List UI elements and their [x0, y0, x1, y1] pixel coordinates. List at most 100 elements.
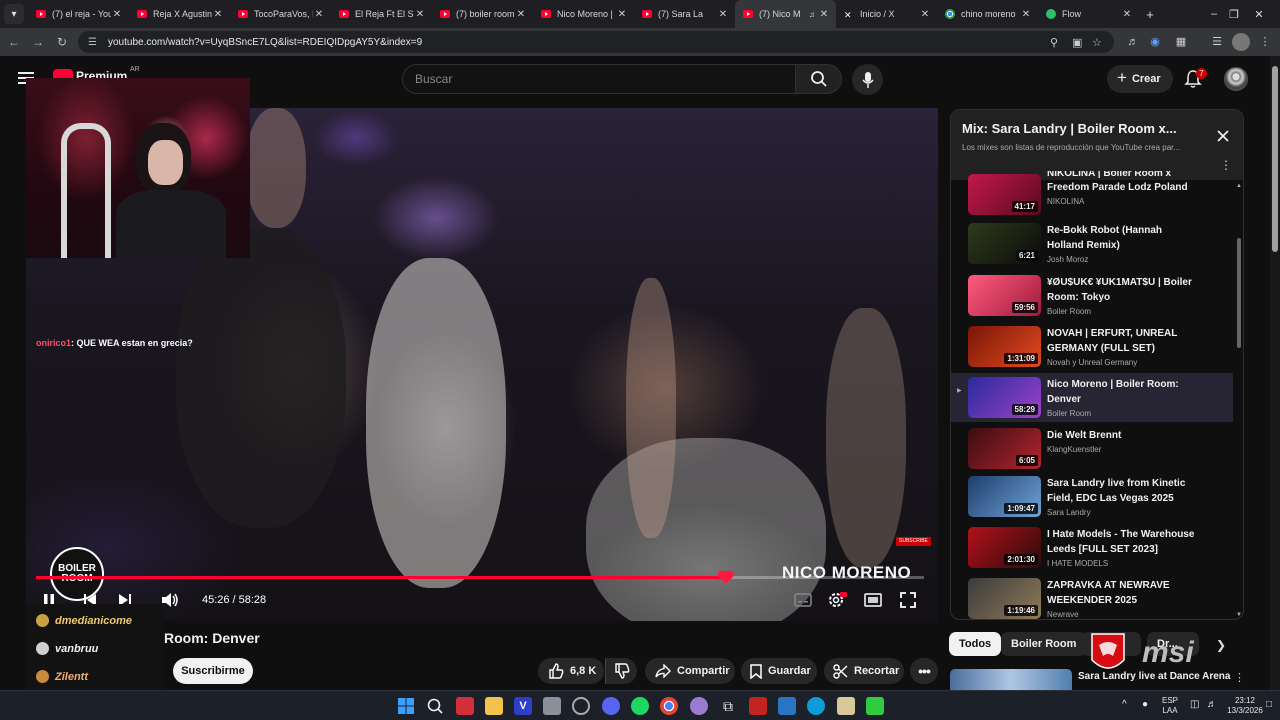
playlist-item-title[interactable]: Re-Bokk Robot (Hannah Holland Remix): [1047, 223, 1197, 253]
spotify-icon[interactable]: [631, 697, 649, 715]
playlist-item[interactable]: 1:19:46 ZAPRAVKA AT NEWRAVE WEEKENDER 202…: [951, 578, 1233, 619]
browser-tab[interactable]: (7) el reja - YouTube✕: [28, 0, 129, 28]
playlist-thumbnail[interactable]: 58:29: [968, 377, 1041, 418]
tab-close-icon[interactable]: ✕: [717, 9, 729, 20]
page-scrollbar-thumb[interactable]: [1272, 66, 1278, 252]
browser-tab[interactable]: El Reja Ft El Su ✕: [331, 0, 432, 28]
tray-mic-icon[interactable]: ●: [1142, 699, 1148, 710]
browser-tab[interactable]: chino moreno ✕: [937, 0, 1038, 28]
recommendation-title[interactable]: Sara Landry live at Dance Arena: [1078, 671, 1230, 682]
browser-tab[interactable]: (7) Sara La ✕: [634, 0, 735, 28]
photos-icon[interactable]: [778, 697, 796, 715]
tray-chevron-icon[interactable]: ^: [1122, 699, 1127, 710]
playlist-thumbnail[interactable]: 1:31:09: [968, 326, 1041, 367]
playlist-item-title[interactable]: Freedom Parade Lodz Poland: [1047, 180, 1197, 195]
extension-icon[interactable]: ◉: [1146, 33, 1164, 51]
tab-close-icon[interactable]: ✕: [313, 9, 325, 20]
chip-todos[interactable]: Todos: [949, 632, 1002, 656]
playlist-thumbnail[interactable]: 59:56: [968, 275, 1041, 316]
new-tab-button[interactable]: +: [1139, 7, 1161, 22]
playlist-item[interactable]: 1:09:47 Sara Landry live from Kinetic Fie…: [951, 476, 1233, 527]
browser-tab[interactable]: TocoParaVos, I ✕: [230, 0, 331, 28]
scroll-down-arrow-icon[interactable]: ▼: [1236, 612, 1242, 618]
dislike-button[interactable]: [605, 658, 637, 684]
search-button[interactable]: [796, 64, 842, 94]
reload-icon[interactable]: ↻: [50, 35, 74, 49]
progress-bar[interactable]: [36, 570, 924, 584]
create-button[interactable]: + Crear: [1107, 65, 1173, 93]
avatar[interactable]: [1224, 67, 1248, 91]
playlist-item[interactable]: 2:01:30 I Hate Models - The Warehouse Lee…: [951, 527, 1233, 578]
chrome-icon[interactable]: [660, 697, 678, 715]
clock[interactable]: 23:12 13/3/2026: [1226, 696, 1264, 716]
browser-tab[interactable]: Nico Moreno | ✕: [533, 0, 634, 28]
tab-close-icon[interactable]: ✕: [1121, 9, 1133, 20]
playlist-thumbnail[interactable]: 6:05: [968, 428, 1041, 469]
app-icon[interactable]: [837, 697, 855, 715]
profile-icon[interactable]: [1232, 33, 1250, 51]
tab-close-icon[interactable]: ✕: [111, 9, 123, 20]
playlist-item[interactable]: ▶ 58:29 Nico Moreno | Boiler Room: Denver B…: [951, 373, 1233, 422]
notifications-center-icon[interactable]: □: [1266, 699, 1272, 710]
save-button[interactable]: Guardar: [741, 658, 817, 684]
back-icon[interactable]: ←: [2, 35, 26, 49]
fullscreen-button[interactable]: [897, 590, 919, 610]
tab-close-icon[interactable]: ✕: [414, 9, 426, 20]
kick-icon[interactable]: [866, 697, 884, 715]
playlist-title[interactable]: Mix: Sara Landry | Boiler Room x...: [962, 121, 1202, 136]
chevron-right-icon[interactable]: ❯: [1216, 638, 1226, 652]
playlist-item[interactable]: 6:05 Die Welt Brennt KlangKuenstler: [951, 428, 1233, 479]
speaker-icon[interactable]: ♬: [1207, 699, 1217, 710]
tab-close-icon[interactable]: ✕: [818, 9, 830, 20]
browser-tab[interactable]: Reja X Agustin ✕: [129, 0, 230, 28]
more-actions-button[interactable]: •••: [910, 658, 938, 684]
playlist-item-title[interactable]: Nico Moreno | Boiler Room: Denver: [1047, 377, 1197, 407]
browser-menu-icon[interactable]: ⋮: [1256, 33, 1274, 51]
playlist-thumbnail[interactable]: 2:01:30: [968, 527, 1041, 568]
playlist-item-title[interactable]: Sara Landry live from Kinetic Field, EDC…: [1047, 476, 1197, 506]
tab-close-icon[interactable]: ✕: [616, 9, 628, 20]
more-vertical-icon[interactable]: ⋮: [1220, 158, 1232, 172]
tab-search-button[interactable]: ▾: [4, 4, 24, 24]
playlist-item-title[interactable]: Die Welt Brennt: [1047, 428, 1197, 443]
chip-boiler-room[interactable]: Boiler Room: [1001, 632, 1087, 656]
playlist-item[interactable]: 59:56 ¥ØU$UK€ ¥UK1MAT$U | Boiler Room: To…: [951, 275, 1233, 326]
extensions-puzzle-icon[interactable]: ▦: [1172, 33, 1190, 51]
app-icon[interactable]: [543, 697, 561, 715]
obs-icon[interactable]: [572, 697, 590, 715]
close-icon[interactable]: [1214, 127, 1232, 145]
capcut-icon[interactable]: ⧉: [719, 697, 737, 715]
site-info-icon[interactable]: ☰: [88, 37, 102, 48]
cast-icon[interactable]: ▣: [1072, 31, 1082, 53]
tab-close-icon[interactable]: ✕: [919, 9, 931, 20]
share-button[interactable]: Compartir: [645, 658, 735, 684]
playlist-item[interactable]: 6:21 Re-Bokk Robot (Hannah Holland Remix)…: [951, 223, 1233, 274]
media-control-icon[interactable]: ☰: [1208, 33, 1226, 51]
forward-icon[interactable]: →: [26, 35, 50, 49]
language-indicator[interactable]: ESP LAA: [1162, 696, 1178, 716]
url-bar[interactable]: ☰ youtube.com/watch?v=UyqBSncE7LQ&list=R…: [78, 31, 1114, 53]
search-input[interactable]: [403, 65, 795, 93]
media-volume-icon[interactable]: ♬: [1124, 33, 1142, 51]
browser-tab[interactable]: (7) Nico M ♫ ✕: [735, 0, 836, 28]
tab-close-icon[interactable]: ✕: [515, 9, 527, 20]
clip-button[interactable]: Recortar: [824, 658, 904, 684]
playlist-item-title[interactable]: ¥ØU$UK€ ¥UK1MAT$U | Boiler Room: Tokyo: [1047, 275, 1197, 305]
page-scrollbar[interactable]: [1270, 56, 1280, 690]
like-button[interactable]: 6,8 K: [538, 658, 604, 684]
browser-tab[interactable]: ✕ Inicio / X ✕: [836, 0, 937, 28]
playlist-thumbnail[interactable]: 41:17: [968, 174, 1041, 215]
miniplayer-button[interactable]: [862, 590, 884, 610]
close-window-button[interactable]: ✕: [1239, 0, 1279, 28]
zoom-icon[interactable]: ⚲: [1050, 31, 1058, 53]
playlist-item-title[interactable]: NOVAH | ERFURT, UNREAL GERMANY (FULL SET…: [1047, 326, 1197, 356]
app-icon[interactable]: [690, 697, 708, 715]
tab-close-icon[interactable]: ✕: [1020, 9, 1032, 20]
browser-tab[interactable]: Flow ✕: [1038, 0, 1139, 28]
progress-heart-scrubber-icon[interactable]: [717, 568, 735, 586]
settings-button[interactable]: [826, 590, 848, 610]
file-explorer-icon[interactable]: [485, 697, 503, 715]
playlist-item[interactable]: 1:31:09 NOVAH | ERFURT, UNREAL GERMANY (F…: [951, 326, 1233, 377]
subscribe-button[interactable]: Suscribirme: [173, 658, 253, 684]
scroll-up-arrow-icon[interactable]: ▲: [1236, 183, 1242, 189]
